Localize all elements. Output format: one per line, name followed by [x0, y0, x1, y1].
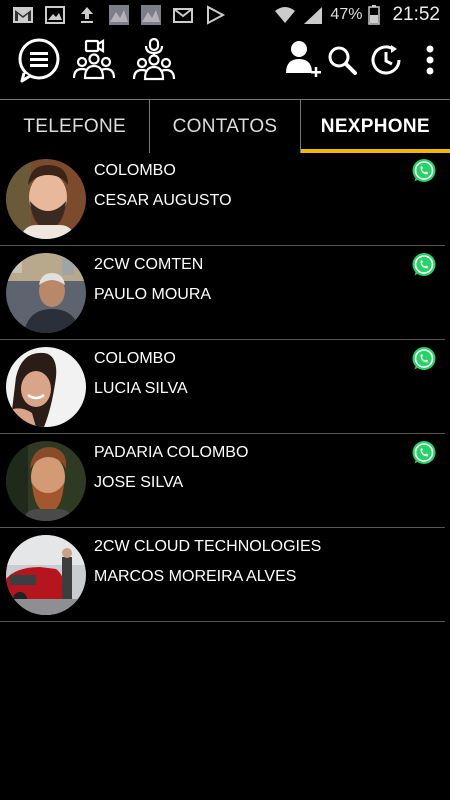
add-contact-button[interactable]	[283, 32, 323, 88]
list-item[interactable]: COLOMBO LUCIA SILVA	[0, 340, 445, 434]
contact-name: LUCIA SILVA	[94, 380, 188, 397]
avatar	[6, 535, 86, 615]
chat-menu-icon	[18, 38, 60, 83]
video-conference-button[interactable]	[70, 32, 118, 88]
contact-company: 2CW COMTEN	[94, 256, 204, 273]
app-thumbnail-icon	[141, 5, 161, 25]
status-bar: 47% 21:52	[0, 0, 450, 32]
clock: 21:52	[392, 4, 440, 25]
contact-name: JOSE SILVA	[94, 474, 184, 491]
contact-list: COLOMBO CESAR AUGUSTO 2CW COMTEN PAULO M…	[0, 152, 450, 622]
search-icon	[328, 46, 357, 75]
history-icon	[371, 45, 401, 75]
contact-company: 2CW CLOUD TECHNOLOGIES	[94, 538, 322, 555]
signal-icon	[304, 7, 323, 24]
whatsapp-icon[interactable]	[411, 440, 437, 466]
contact-company: PADARIA COLOMBO	[94, 444, 249, 461]
tab-nexphone[interactable]: NEXPHONE	[300, 100, 450, 153]
notification-icons	[12, 4, 226, 26]
tab-bar: TELEFONE CONTATOS NEXPHONE	[0, 99, 450, 153]
list-item[interactable]: COLOMBO CESAR AUGUSTO	[0, 152, 445, 246]
audio-conference-button[interactable]	[130, 32, 178, 88]
list-item[interactable]: PADARIA COLOMBO JOSE SILVA	[0, 434, 445, 528]
list-item[interactable]: 2CW COMTEN PAULO MOURA	[0, 246, 445, 340]
action-bar	[0, 32, 450, 96]
avatar	[6, 347, 86, 427]
overflow-menu-button[interactable]	[418, 32, 442, 88]
wifi-icon	[275, 7, 296, 23]
add-user-icon	[286, 41, 321, 77]
mail-icon	[173, 8, 193, 23]
whatsapp-icon[interactable]	[411, 158, 437, 184]
battery-icon	[368, 5, 381, 25]
list-item[interactable]: 2CW CLOUD TECHNOLOGIES MARCOS MOREIRA AL…	[0, 528, 445, 622]
search-button[interactable]	[326, 32, 358, 88]
contact-company: COLOMBO	[94, 162, 176, 179]
avatar	[6, 441, 86, 521]
whatsapp-icon[interactable]	[411, 252, 437, 278]
play-store-icon	[207, 5, 226, 25]
contact-name: CESAR AUGUSTO	[94, 192, 232, 209]
image-icon	[45, 6, 65, 24]
gmail-icon	[13, 7, 33, 23]
app-thumbnail-icon	[109, 5, 129, 25]
upload-icon	[81, 7, 93, 23]
tab-contatos[interactable]: CONTATOS	[150, 100, 301, 153]
system-icons: 47% 21:52	[274, 4, 440, 26]
more-vert-icon	[426, 45, 434, 75]
contact-name: PAULO MOURA	[94, 286, 212, 303]
contact-name: MARCOS MOREIRA ALVES	[94, 568, 297, 585]
history-button[interactable]	[368, 32, 404, 88]
contact-company: COLOMBO	[94, 350, 176, 367]
group-microphone-icon	[132, 38, 176, 81]
whatsapp-icon[interactable]	[411, 346, 437, 372]
avatar	[6, 159, 86, 239]
tab-telefone[interactable]: TELEFONE	[0, 100, 151, 153]
menu-button[interactable]	[14, 32, 64, 88]
battery-percent: 47%	[330, 6, 363, 23]
avatar	[6, 253, 86, 333]
group-video-icon	[72, 39, 116, 80]
